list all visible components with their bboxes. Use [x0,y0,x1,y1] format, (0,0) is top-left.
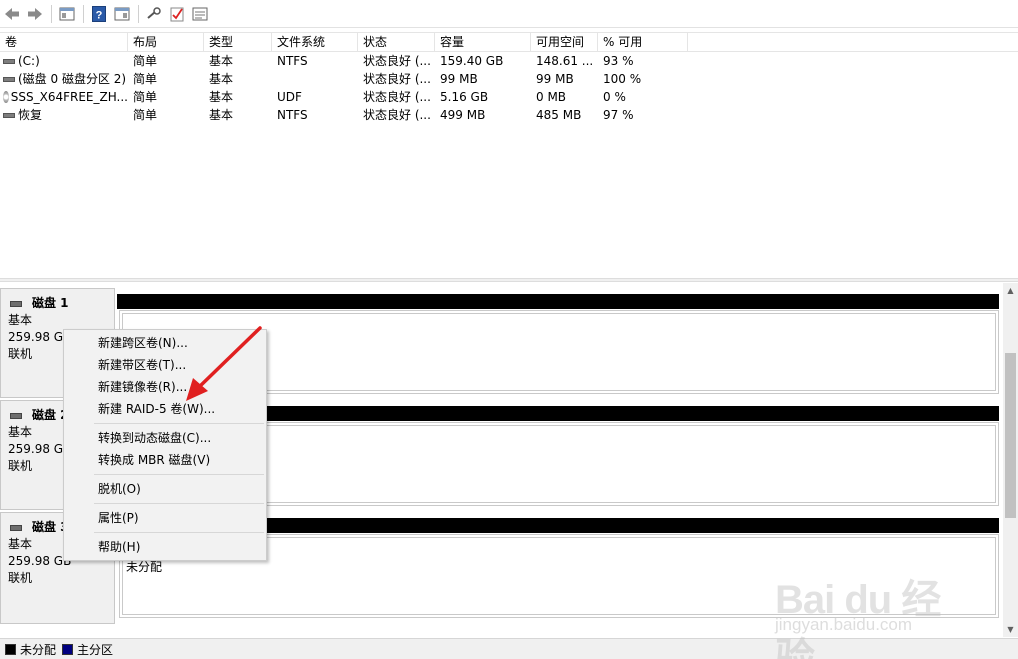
menu-item-new-striped-volume[interactable]: 新建带区卷(T)... [98,354,186,376]
column-header-percent-free[interactable]: % 可用 [598,33,688,51]
volume-type: 基本 [209,72,234,86]
volume-filesystem: UDF [277,90,302,104]
menu-separator [94,474,264,475]
volume-capacity: 159.40 GB [440,54,504,68]
properties-icon[interactable] [112,4,132,24]
toolbar-separator [51,4,52,23]
disk-icon [10,412,22,419]
scrollbar-thumb[interactable] [1005,353,1016,518]
table-row[interactable]: (磁盘 0 磁盘分区 2) 简单 基本 状态良好 (... 99 MB 99 M… [0,70,1018,88]
volume-free-space: 0 MB [536,90,567,104]
back-arrow-icon[interactable] [2,4,22,24]
volume-layout: 简单 [133,108,158,122]
volume-layout: 简单 [133,54,158,68]
volume-list: 卷 布局 类型 文件系统 状态 容量 可用空间 % 可用 (C:) 简单 基本 … [0,32,1018,124]
unallocated-swatch [5,643,16,655]
volume-status: 状态良好 (... [363,54,431,68]
volume-type: 基本 [209,108,234,122]
volume-percent-free: 93 % [603,54,634,68]
list-view-icon[interactable] [190,4,210,24]
menu-item-convert-dynamic[interactable]: 转换到动态磁盘(C)... [98,427,211,449]
volume-status: 状态良好 (... [363,90,431,104]
volume-percent-free: 97 % [603,108,634,122]
menu-item-offline[interactable]: 脱机(O) [98,478,141,500]
svg-text:?: ? [96,9,103,21]
cd-icon [3,91,9,103]
column-header-filler [688,33,1018,51]
volume-name: 恢复 [18,108,43,122]
volume-free-space: 148.61 ... [536,54,594,68]
column-header-capacity[interactable]: 容量 [435,33,531,51]
baidu-watermark: Bai du 经验 jingyan.baidu.com [775,555,975,659]
toolbar-separator [138,4,139,23]
drive-icon [3,112,15,118]
menu-separator [94,503,264,504]
partition-header-bar [117,294,999,309]
watermark-url: jingyan.baidu.com [775,615,913,634]
disk-icon [10,524,22,531]
column-header-filesystem[interactable]: 文件系统 [272,33,358,51]
volume-layout: 简单 [133,72,158,86]
volume-name: (磁盘 0 磁盘分区 2) [18,72,127,86]
volume-status: 状态良好 (... [363,72,431,86]
volume-name: SSS_X64FREE_ZH... [10,90,128,104]
scroll-up-icon[interactable]: ▲ [1003,283,1018,298]
watermark-logo: Bai du 经验 [775,578,941,659]
menu-separator [94,532,264,533]
table-row[interactable]: 恢复 简单 基本 NTFS 状态良好 (... 499 MB 485 MB 97… [0,106,1018,124]
volume-name: (C:) [18,54,40,68]
volume-free-space: 485 MB [536,108,582,122]
menu-item-new-mirrored-volume[interactable]: 新建镜像卷(R)... [98,376,187,398]
column-header-free-space[interactable]: 可用空间 [531,33,598,51]
menu-separator [94,423,264,424]
column-header-type[interactable]: 类型 [204,33,272,51]
volume-type: 基本 [209,54,234,68]
pane-splitter[interactable] [0,278,1018,282]
toolbar: ? [0,0,1018,28]
volume-list-header: 卷 布局 类型 文件系统 状态 容量 可用空间 % 可用 [0,32,1018,52]
disk-state: 联机 [8,571,33,585]
volume-layout: 简单 [133,90,158,104]
check-icon[interactable] [167,4,187,24]
column-header-status[interactable]: 状态 [358,33,435,51]
disk-type: 基本 [8,313,33,327]
volume-percent-free: 0 % [603,90,626,104]
forward-arrow-icon[interactable] [25,4,45,24]
disk-view-scrollbar[interactable]: ▲ ▼ [1003,283,1018,637]
table-row[interactable]: SSS_X64FREE_ZH... 简单 基本 UDF 状态良好 (... 5.… [0,88,1018,106]
help-icon[interactable]: ? [89,4,109,24]
volume-capacity: 99 MB [440,72,478,86]
volume-filesystem: NTFS [277,108,308,122]
table-row[interactable]: (C:) 简单 基本 NTFS 状态良好 (... 159.40 GB 148.… [0,52,1018,70]
key-icon[interactable] [144,4,164,24]
disk-icon [10,300,22,307]
volume-filesystem [272,70,358,88]
volume-capacity: 5.16 GB [440,90,489,104]
console-tree-icon[interactable] [57,4,77,24]
volume-type: 基本 [209,90,234,104]
primary-swatch [62,643,74,655]
menu-item-help[interactable]: 帮助(H) [98,536,140,558]
legend-primary: 主分区 [77,642,114,657]
volume-capacity: 499 MB [440,108,486,122]
volume-status: 状态良好 (... [363,108,431,122]
menu-item-properties[interactable]: 属性(P) [98,507,139,529]
volume-filesystem: NTFS [277,54,308,68]
column-header-layout[interactable]: 布局 [128,33,204,51]
drive-icon [3,76,15,82]
volume-percent-free: 100 % [603,72,642,86]
scroll-down-icon[interactable]: ▼ [1003,622,1018,637]
annotation-arrow-icon [186,326,262,401]
disk-title: 磁盘 1 [32,296,69,310]
drive-icon [3,58,15,64]
volume-free-space: 99 MB [536,72,574,86]
menu-item-convert-mbr[interactable]: 转换成 MBR 磁盘(V) [98,449,210,471]
toolbar-separator [83,4,84,23]
menu-item-new-spanned-volume[interactable]: 新建跨区卷(N)... [98,332,188,354]
column-header-volume[interactable]: 卷 [0,33,128,51]
legend-unallocated: 未分配 [20,642,57,657]
